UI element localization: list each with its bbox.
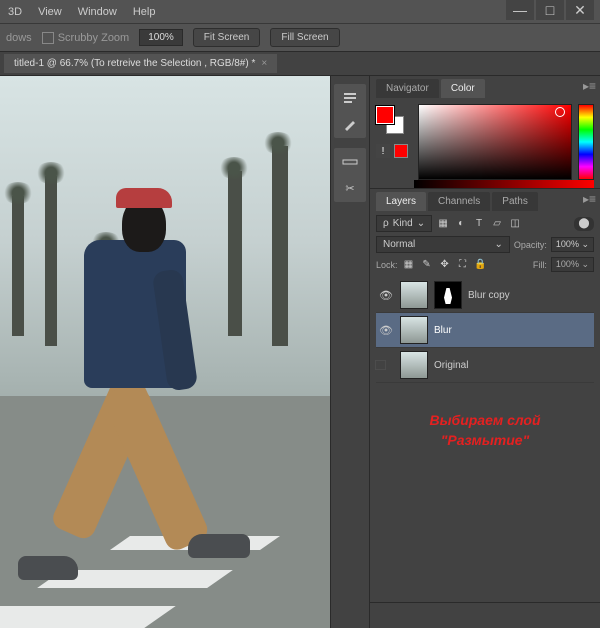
- resize-windows-label: dows: [6, 32, 32, 44]
- color-field[interactable]: [418, 104, 572, 180]
- visibility-toggle[interactable]: 👁: [378, 289, 394, 302]
- tab-paths[interactable]: Paths: [492, 192, 538, 211]
- lock-pixels-icon[interactable]: ✎: [420, 258, 434, 272]
- filter-shape-icon[interactable]: ▱: [490, 217, 504, 231]
- tab-layers[interactable]: Layers: [376, 192, 426, 211]
- panel-menu-icon[interactable]: ▸≡: [583, 79, 596, 93]
- brush-icon[interactable]: [340, 114, 360, 134]
- fill-screen-button[interactable]: Fill Screen: [270, 28, 339, 47]
- menu-window[interactable]: Window: [78, 6, 117, 18]
- color-panel-body: !: [370, 98, 600, 188]
- close-window-button[interactable]: ✕: [566, 0, 594, 20]
- opacity-label: Opacity:: [514, 240, 547, 250]
- color-ramp[interactable]: [414, 180, 594, 188]
- maximize-button[interactable]: □: [536, 0, 564, 20]
- layer-name[interactable]: Original: [434, 360, 468, 371]
- document-tab[interactable]: titled-1 @ 66.7% (To retreive the Select…: [4, 54, 277, 73]
- tab-channels[interactable]: Channels: [428, 192, 490, 211]
- close-tab-button[interactable]: ×: [261, 58, 267, 69]
- menu-bar: 3D View Window Help — □ ✕: [0, 0, 600, 24]
- layer-name[interactable]: Blur: [434, 325, 452, 336]
- document-canvas[interactable]: [0, 76, 330, 628]
- visibility-toggle[interactable]: ⃞: [378, 357, 394, 373]
- layer-item-blur[interactable]: 👁 Blur: [376, 313, 594, 348]
- gamut-warning-icon[interactable]: !: [376, 144, 390, 158]
- minimize-button[interactable]: —: [506, 0, 534, 20]
- visibility-toggle[interactable]: 👁: [378, 324, 394, 337]
- lock-all-icon[interactable]: 🔒: [474, 258, 488, 272]
- zoom-level-field[interactable]: 100%: [139, 29, 183, 46]
- scrubby-checkbox[interactable]: [42, 32, 54, 44]
- window-controls: — □ ✕: [506, 0, 594, 20]
- history-icon[interactable]: [340, 88, 360, 108]
- blend-mode-select[interactable]: Normal⌄: [376, 236, 510, 253]
- fill-field[interactable]: 100% ⌄: [551, 257, 594, 272]
- document-tab-bar: titled-1 @ 66.7% (To retreive the Select…: [0, 52, 600, 76]
- foreground-swatch[interactable]: [376, 106, 394, 124]
- ruler-icon[interactable]: [340, 152, 360, 172]
- fill-label: Fill:: [533, 260, 547, 270]
- scrubby-zoom-option[interactable]: Scrubby Zoom: [42, 32, 130, 44]
- opacity-field[interactable]: 100% ⌄: [551, 237, 594, 252]
- document-tab-title: titled-1 @ 66.7% (To retreive the Select…: [14, 58, 255, 69]
- menu-view[interactable]: View: [38, 6, 62, 18]
- tools-icon[interactable]: ✂: [340, 178, 360, 198]
- options-bar: dows Scrubby Zoom 100% Fit Screen Fill S…: [0, 24, 600, 52]
- gamut-swatch[interactable]: [394, 144, 408, 158]
- layers-menu-icon[interactable]: ▸≡: [583, 192, 596, 206]
- layer-name[interactable]: Blur copy: [468, 290, 510, 301]
- panels-column: Navigator Color ▸≡ !: [370, 76, 600, 628]
- hue-slider[interactable]: [578, 104, 594, 180]
- tab-navigator[interactable]: Navigator: [376, 79, 439, 98]
- filter-smart-icon[interactable]: ◫: [508, 217, 522, 231]
- menu-3d[interactable]: 3D: [8, 6, 22, 18]
- panel-footer: [370, 602, 600, 628]
- color-panel: Navigator Color ▸≡ !: [370, 76, 600, 189]
- main-workspace: ✂ Navigator Color ▸≡ !: [0, 76, 600, 628]
- collapsed-panel-strip: ✂: [330, 76, 370, 628]
- layer-thumbnail[interactable]: [400, 316, 428, 344]
- tab-color[interactable]: Color: [441, 79, 485, 98]
- layer-filter-bar: ρ Kind ⌄ ▦ ◐ T ▱ ◫ ⬤: [376, 215, 594, 232]
- filter-adjust-icon[interactable]: ◐: [454, 217, 468, 231]
- lock-label: Lock:: [376, 260, 398, 270]
- filter-kind-select[interactable]: ρ Kind ⌄: [376, 215, 432, 232]
- layers-panel: Layers Channels Paths ▸≡ ρ Kind ⌄ ▦ ◐ T …: [370, 189, 600, 628]
- tutorial-annotation: Выбираем слой "Размытие": [376, 411, 594, 450]
- layer-item-blur-copy[interactable]: 👁 Blur copy: [376, 278, 594, 313]
- filter-pixel-icon[interactable]: ▦: [436, 217, 450, 231]
- canvas-area[interactable]: [0, 76, 330, 628]
- color-selector-ring[interactable]: [555, 107, 565, 117]
- layer-list: 👁 Blur copy 👁 Blur ⃞ Original: [376, 278, 594, 383]
- lock-position-icon[interactable]: ✥: [438, 258, 452, 272]
- layer-mask-thumbnail[interactable]: [434, 281, 462, 309]
- filter-type-icon[interactable]: T: [472, 217, 486, 231]
- filter-toggle[interactable]: ⬤: [574, 217, 594, 231]
- layer-thumbnail[interactable]: [400, 351, 428, 379]
- scrubby-label: Scrubby Zoom: [58, 32, 130, 44]
- lock-artboard-icon[interactable]: ⛶: [456, 258, 470, 272]
- menu-help[interactable]: Help: [133, 6, 156, 18]
- lock-transparency-icon[interactable]: ▦: [402, 258, 416, 272]
- layer-thumbnail[interactable]: [400, 281, 428, 309]
- color-swatches[interactable]: [376, 106, 404, 134]
- layer-item-original[interactable]: ⃞ Original: [376, 348, 594, 383]
- fit-screen-button[interactable]: Fit Screen: [193, 28, 261, 47]
